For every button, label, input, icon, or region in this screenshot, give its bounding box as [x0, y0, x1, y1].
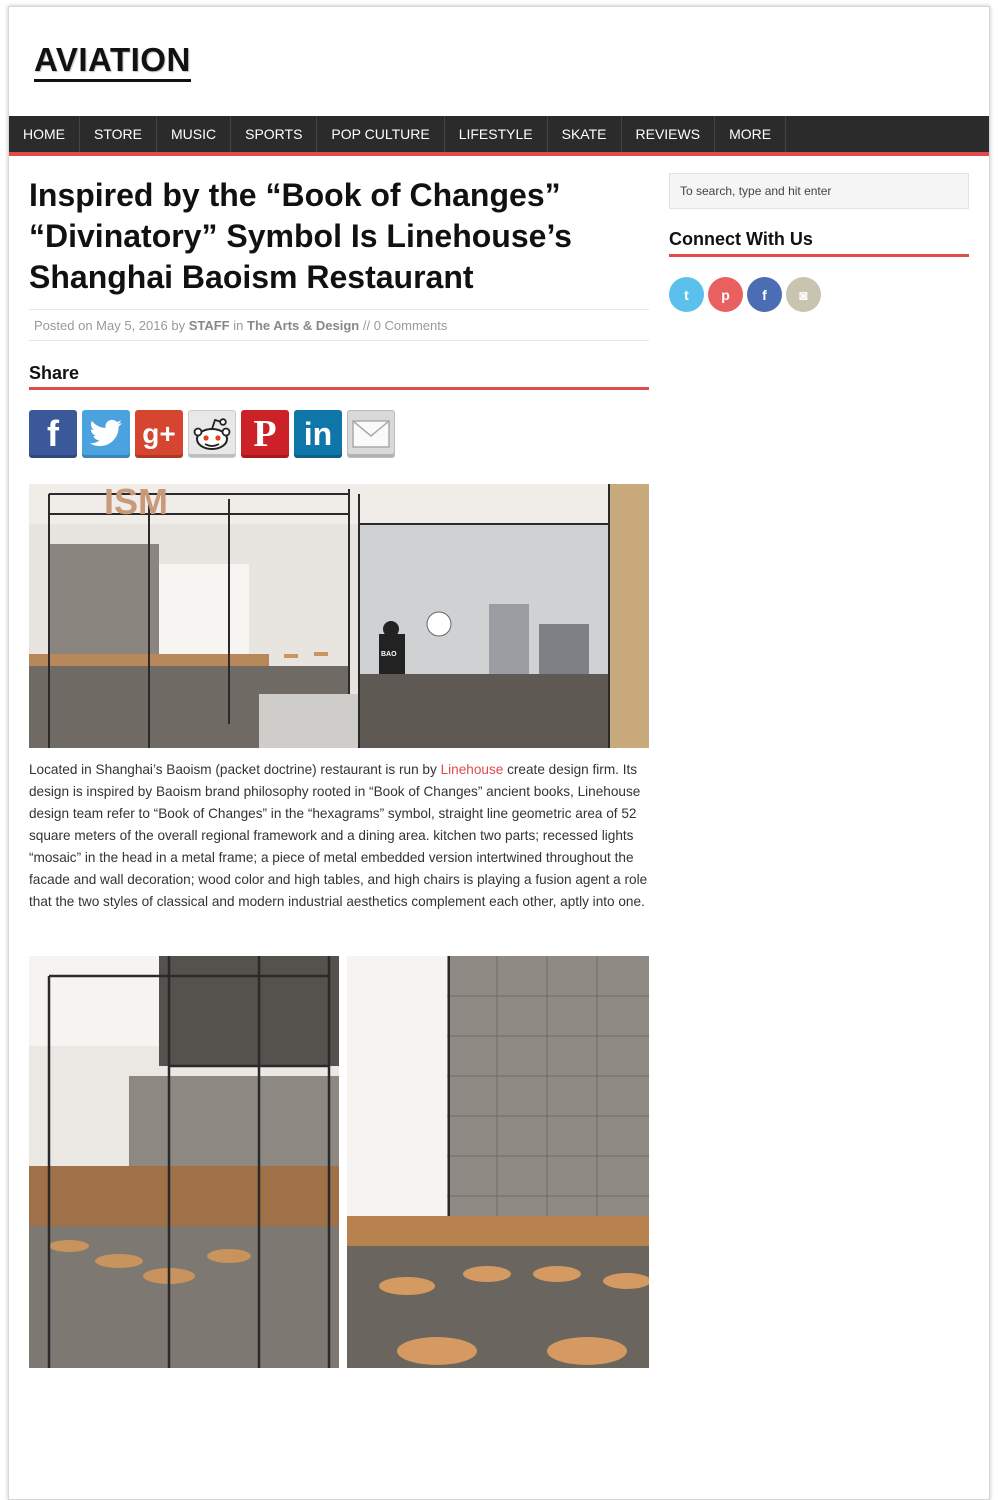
twitter-share-button[interactable]: [82, 410, 130, 458]
facebook-share-button[interactable]: f: [29, 410, 77, 458]
article-title: Inspired by the “Book of Changes” “Divin…: [29, 177, 572, 295]
nav-home[interactable]: HOME: [9, 116, 80, 152]
linkedin-share-button[interactable]: in: [294, 410, 342, 458]
google-plus-icon: g+: [142, 418, 176, 449]
nav-store[interactable]: STORE: [80, 116, 157, 152]
facebook-icon: f: [762, 286, 767, 303]
article-photo-high-tables: [29, 956, 339, 1368]
nav-music[interactable]: MUSIC: [157, 116, 232, 152]
meta-category-link[interactable]: The Arts & Design: [247, 318, 359, 333]
photo-shirt-text: BAO: [381, 651, 397, 658]
meta-separator: //: [362, 318, 371, 333]
twitter-icon: t: [684, 286, 689, 303]
article-meta: Posted on May 5, 2016 by STAFF in The Ar…: [29, 309, 649, 341]
facebook-icon: f: [47, 413, 59, 454]
restaurant-photo-illustration: ISM BAO: [29, 484, 649, 748]
nav-pop-culture[interactable]: POP CULTURE: [317, 116, 445, 152]
photo-ism-sign: ISM: [104, 484, 168, 522]
meta-date: May 5, 2016: [96, 318, 168, 333]
reddit-share-button[interactable]: [188, 410, 236, 458]
search-input[interactable]: To search, type and hit enter: [669, 173, 969, 209]
high-tables-photo-illustration: [29, 956, 339, 1368]
main-nav: HOME STORE MUSIC SPORTS POP CULTURE LIFE…: [9, 116, 989, 156]
twitter-social-link[interactable]: t: [669, 277, 704, 312]
article-body: Located in Shanghai’s Baoism (packet doc…: [29, 759, 649, 913]
body-text-after-link: create design firm. Its design is inspir…: [29, 762, 648, 909]
linkedin-icon: in: [303, 415, 333, 452]
pinterest-social-link[interactable]: p: [708, 277, 743, 312]
page: AVIATION HOME STORE MUSIC SPORTS POP CUL…: [8, 6, 990, 1500]
facebook-social-link[interactable]: f: [747, 277, 782, 312]
meta-in: in: [233, 318, 244, 333]
email-icon: [352, 420, 390, 448]
linehouse-link[interactable]: Linehouse: [441, 762, 504, 777]
share-heading: Share: [29, 363, 649, 390]
instagram-social-link[interactable]: ◙: [786, 277, 821, 312]
pinterest-icon: P: [253, 413, 277, 455]
pinterest-icon: p: [721, 286, 730, 303]
nav-more[interactable]: MORE: [715, 116, 787, 152]
instagram-icon: ◙: [799, 286, 808, 303]
social-links: t p f ◙: [669, 277, 821, 312]
meta-by: by: [171, 318, 186, 333]
email-share-button[interactable]: [347, 410, 395, 458]
connect-heading: Connect With Us: [669, 229, 969, 257]
wall-detail-photo-illustration: [347, 956, 649, 1368]
google-plus-share-button[interactable]: g+: [135, 410, 183, 458]
nav-skate[interactable]: SKATE: [548, 116, 622, 152]
nav-reviews[interactable]: REVIEWS: [622, 116, 716, 152]
nav-sports[interactable]: SPORTS: [231, 116, 318, 152]
article-photo-wall-detail: [347, 956, 649, 1368]
pinterest-share-button[interactable]: P: [241, 410, 289, 458]
reddit-icon: [193, 418, 231, 450]
meta-comments-link[interactable]: 0 Comments: [374, 318, 448, 333]
meta-posted-prefix: Posted on: [34, 318, 93, 333]
body-text-before-link: Located in Shanghai’s Baoism (packet doc…: [29, 762, 441, 777]
share-buttons: f g+ P in: [29, 410, 395, 458]
site-logo[interactable]: AVIATION: [34, 41, 191, 82]
meta-author-link[interactable]: STAFF: [189, 318, 230, 333]
nav-lifestyle[interactable]: LIFESTYLE: [445, 116, 548, 152]
article-photo-restaurant-interior: ISM BAO: [29, 484, 649, 748]
twitter-icon: [89, 419, 122, 447]
